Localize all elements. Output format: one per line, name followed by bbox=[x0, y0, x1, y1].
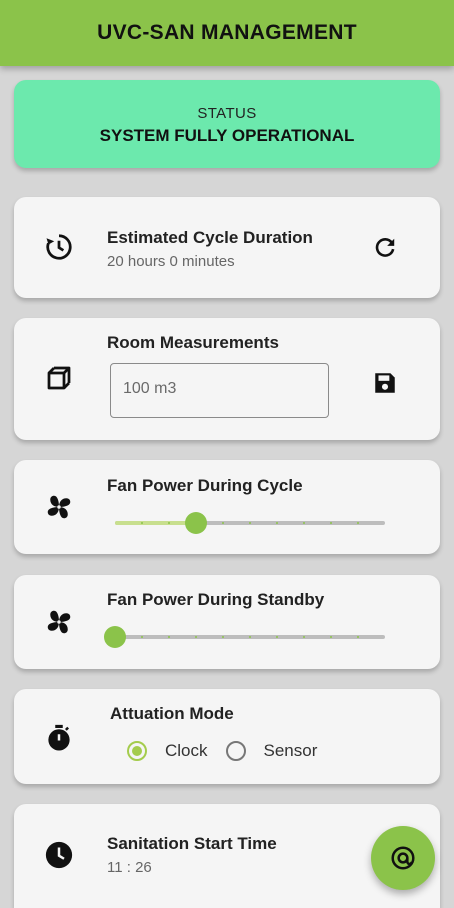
cycle-duration-value: 20 hours 0 minutes bbox=[107, 253, 235, 270]
attuation-mode-options: Clock Sensor bbox=[127, 741, 335, 761]
slider-tick bbox=[141, 522, 143, 524]
slider-tick bbox=[168, 522, 170, 524]
slider-tick bbox=[357, 522, 359, 524]
slider-fill bbox=[115, 521, 196, 525]
attuation-mode-title: Attuation Mode bbox=[110, 704, 234, 723]
slider-tick bbox=[222, 522, 224, 524]
radio-clock[interactable]: Clock bbox=[127, 741, 208, 761]
clock-refresh-icon bbox=[44, 232, 74, 262]
stopwatch-icon bbox=[44, 723, 74, 753]
room-measurements-input[interactable]: 100 m3 bbox=[110, 363, 329, 418]
start-time-title: Sanitation Start Time bbox=[107, 834, 277, 853]
slider-tick bbox=[168, 636, 170, 638]
room-measurements-title: Room Measurements bbox=[107, 333, 279, 352]
refresh-icon[interactable] bbox=[372, 235, 398, 261]
cycle-duration-card: Estimated Cycle Duration 20 hours 0 minu… bbox=[14, 197, 440, 298]
fan-icon bbox=[44, 607, 74, 637]
fan-cycle-slider[interactable] bbox=[115, 511, 385, 535]
status-value: SYSTEM FULLY OPERATIONAL bbox=[99, 126, 355, 145]
fan-standby-card: Fan Power During Standby bbox=[14, 575, 440, 669]
slider-tick bbox=[303, 522, 305, 524]
slider-tick bbox=[249, 522, 251, 524]
radio-sensor[interactable]: Sensor bbox=[225, 741, 318, 761]
radio-sensor-label: Sensor bbox=[263, 741, 318, 760]
app-bar: UVC-SAN MANAGEMENT bbox=[0, 0, 454, 66]
status-label: STATUS bbox=[197, 105, 257, 122]
radio-sensor-indicator[interactable] bbox=[225, 741, 246, 761]
slider-tick bbox=[330, 522, 332, 524]
clock-icon bbox=[44, 840, 74, 870]
cycle-duration-title: Estimated Cycle Duration bbox=[107, 228, 313, 247]
slider-tick bbox=[141, 636, 143, 638]
slider-tick bbox=[276, 522, 278, 524]
slider-tick bbox=[357, 636, 359, 638]
status-card: STATUS SYSTEM FULLY OPERATIONAL bbox=[14, 80, 440, 168]
slider-tick bbox=[195, 636, 197, 638]
attuation-mode-card: Attuation Mode Clock Sensor bbox=[14, 689, 440, 784]
radio-clock-label: Clock bbox=[165, 741, 208, 760]
save-icon[interactable] bbox=[372, 370, 398, 396]
cube-icon bbox=[44, 363, 74, 393]
fan-standby-slider[interactable] bbox=[104, 625, 385, 649]
start-time-value: 11 : 26 bbox=[107, 859, 152, 876]
slider-tick bbox=[276, 636, 278, 638]
slider-tick bbox=[249, 636, 251, 638]
fan-cycle-title: Fan Power During Cycle bbox=[107, 476, 303, 495]
app-title: UVC-SAN MANAGEMENT bbox=[97, 21, 357, 44]
slider-tick bbox=[222, 636, 224, 638]
slider-tick bbox=[330, 636, 332, 638]
fan-icon bbox=[44, 492, 74, 522]
fab-button[interactable] bbox=[371, 826, 435, 890]
fan-standby-title: Fan Power During Standby bbox=[107, 590, 325, 609]
slider-thumb[interactable] bbox=[104, 626, 126, 648]
fan-cycle-card: Fan Power During Cycle bbox=[14, 460, 440, 554]
room-measurements-card: Room Measurements 100 m3 bbox=[14, 318, 440, 440]
slider-tick bbox=[303, 636, 305, 638]
slider-thumb[interactable] bbox=[185, 512, 207, 534]
radio-clock-indicator[interactable] bbox=[127, 741, 147, 761]
at-target-icon bbox=[391, 846, 415, 870]
